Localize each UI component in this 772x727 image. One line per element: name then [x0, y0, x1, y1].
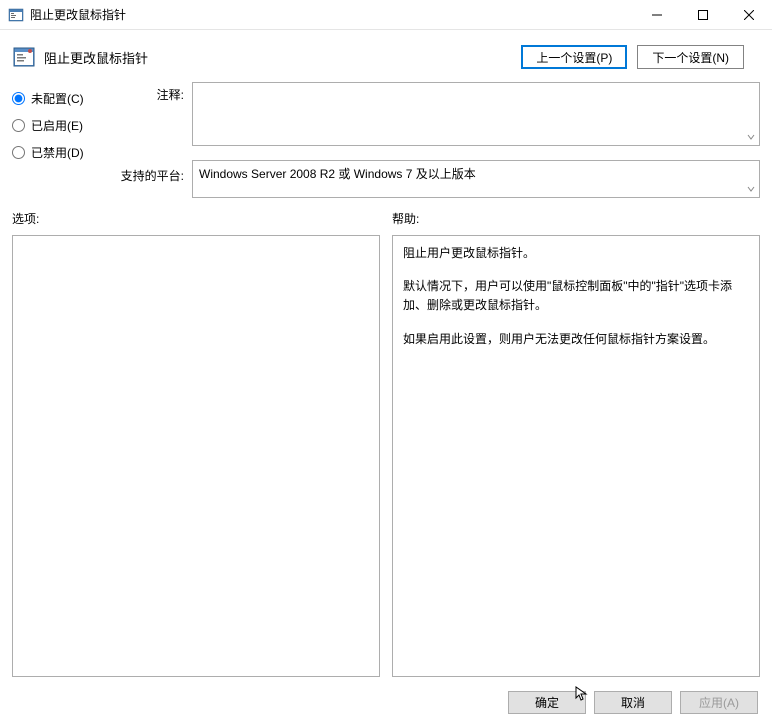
body-section: 选项: 帮助: 阻止用户更改鼠标指针。 默认情况下，用户可以使用"鼠标控制面板"…	[0, 202, 772, 677]
ok-button[interactable]: 确定	[508, 691, 586, 714]
comment-label: 注释:	[112, 86, 192, 103]
config-area: 未配置(C) 已启用(E) 已禁用(D) 注释: 支持的平台:	[0, 78, 772, 202]
window-controls	[634, 0, 772, 30]
help-paragraph: 阻止用户更改鼠标指针。	[403, 244, 749, 263]
comment-field[interactable]	[192, 82, 760, 146]
maximize-button[interactable]	[680, 0, 726, 30]
radio-enabled-input[interactable]	[12, 119, 25, 132]
prev-setting-button[interactable]: 上一个设置(P)	[521, 45, 627, 69]
minimize-button[interactable]	[634, 0, 680, 30]
title-icon	[8, 7, 24, 23]
apply-button[interactable]: 应用(A)	[680, 691, 758, 714]
radio-disabled-label: 已禁用(D)	[31, 144, 84, 161]
next-setting-button[interactable]: 下一个设置(N)	[637, 45, 744, 69]
radio-unconfigured-label: 未配置(C)	[31, 90, 84, 107]
help-label: 帮助:	[392, 210, 760, 227]
title-bar: 阻止更改鼠标指针	[0, 0, 772, 30]
help-paragraph: 如果启用此设置，则用户无法更改任何鼠标指针方案设置。	[403, 330, 749, 349]
scroll-down-icon	[745, 131, 757, 143]
radio-unconfigured-input[interactable]	[12, 92, 25, 105]
policy-icon	[12, 45, 36, 69]
supported-platforms-text: Windows Server 2008 R2 或 Windows 7 及以上版本	[199, 167, 476, 181]
subtitle-row: 阻止更改鼠标指针 上一个设置(P) 下一个设置(N)	[0, 36, 772, 78]
radio-enabled-label: 已启用(E)	[31, 117, 83, 134]
options-label: 选项:	[12, 210, 380, 227]
state-radio-group: 未配置(C) 已启用(E) 已禁用(D)	[12, 86, 112, 161]
close-button[interactable]	[726, 0, 772, 30]
options-panel	[12, 235, 380, 677]
radio-enabled[interactable]: 已启用(E)	[12, 117, 112, 134]
radio-unconfigured[interactable]: 未配置(C)	[12, 90, 112, 107]
help-panel: 阻止用户更改鼠标指针。 默认情况下，用户可以使用"鼠标控制面板"中的"指针"选项…	[392, 235, 760, 677]
window-title: 阻止更改鼠标指针	[30, 6, 634, 23]
radio-disabled-input[interactable]	[12, 146, 25, 159]
policy-name: 阻止更改鼠标指针	[44, 48, 521, 67]
cancel-button[interactable]: 取消	[594, 691, 672, 714]
platforms-label: 支持的平台:	[112, 167, 192, 184]
help-paragraph: 默认情况下，用户可以使用"鼠标控制面板"中的"指针"选项卡添加、删除或更改鼠标指…	[403, 277, 749, 315]
scroll-down-icon	[745, 183, 757, 195]
radio-disabled[interactable]: 已禁用(D)	[12, 144, 112, 161]
bottom-button-bar: 确定 取消 应用(A)	[0, 677, 772, 727]
supported-platforms-field: Windows Server 2008 R2 或 Windows 7 及以上版本	[192, 160, 760, 198]
